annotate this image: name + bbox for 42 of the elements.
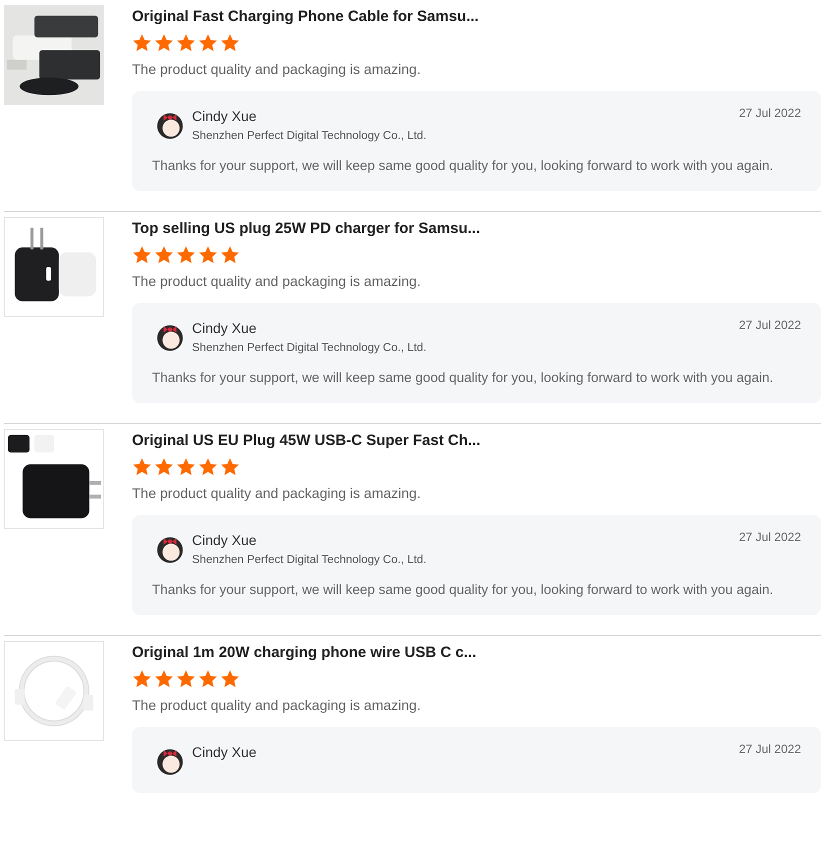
review-comment: The product quality and packaging is amazing. (132, 485, 422, 501)
seller-name: Cindy Xue (192, 531, 258, 549)
review-comment: The product quality and packaging is amazing. (132, 697, 422, 713)
star-icon (154, 669, 174, 689)
seller-name: Cindy Xue (192, 107, 258, 125)
reply-date: 27 Jul 2022 (738, 741, 801, 757)
seller-name: Cindy Xue (192, 319, 258, 337)
reply-date: 27 Jul 2022 (738, 317, 801, 333)
product-title[interactable]: Original 1m 20W charging phone wire USB C c... (132, 644, 821, 662)
reply-text: Thanks for your support, we will keep same good quality for you, looking forward to work with you again. (152, 157, 774, 175)
star-icon (154, 457, 174, 477)
star-icon (220, 457, 240, 477)
seller-name: Cindy Xue (192, 743, 258, 761)
product-title[interactable]: Original Fast Charging Phone Cable for Samsu... (132, 8, 821, 26)
star-icon (176, 669, 196, 689)
company-name: Shenzhen Perfect Digital Technology Co., Ltd. (192, 129, 428, 143)
star-icon (176, 245, 196, 265)
star-icon (132, 245, 152, 265)
star-icon (176, 33, 196, 53)
star-icon (132, 669, 152, 689)
star-icon (176, 457, 196, 477)
star-icon (198, 245, 218, 265)
reply-text: Thanks for your support, we will keep same good quality for you, looking forward to work with you again. (152, 369, 774, 387)
star-icon (220, 669, 240, 689)
product-title[interactable]: Original US EU Plug 45W USB-C Super Fast Ch... (132, 432, 821, 450)
star-icon (220, 33, 240, 53)
reply-date: 27 Jul 2022 (738, 105, 801, 121)
star-icon (198, 33, 218, 53)
reply-date: 27 Jul 2022 (738, 529, 801, 545)
star-icon (154, 245, 174, 265)
product-title[interactable]: Top selling US plug 25W PD charger for Samsu... (132, 220, 821, 238)
review-comment: The product quality and packaging is amazing. (132, 61, 422, 77)
reply-text: Thanks for your support, we will keep same good quality for you, looking forward to work with you again. (152, 581, 774, 599)
company-name: Shenzhen Perfect Digital Technology Co., Ltd. (192, 553, 428, 567)
star-icon (132, 33, 152, 53)
star-icon (198, 457, 218, 477)
review-comment: The product quality and packaging is amazing. (132, 273, 422, 289)
star-icon (220, 245, 240, 265)
star-icon (198, 669, 218, 689)
star-icon (132, 457, 152, 477)
company-name: Shenzhen Perfect Digital Technology Co., Ltd. (192, 341, 428, 355)
star-icon (154, 33, 174, 53)
